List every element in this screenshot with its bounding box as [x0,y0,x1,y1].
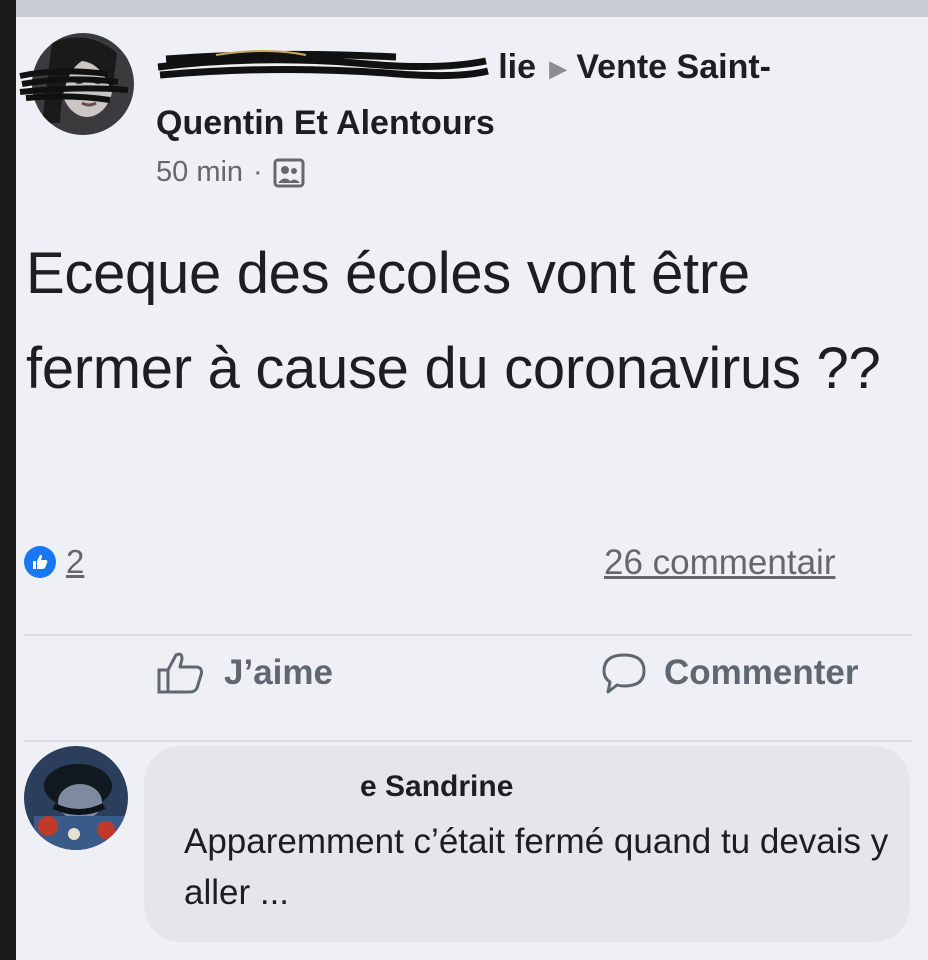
like-button-label: J’aime [224,653,333,692]
group-members-icon [273,158,305,188]
commenter-name[interactable]: e Sandrine [184,770,513,804]
top-edge [16,0,928,17]
commenter-avatar[interactable] [24,746,128,850]
author-name-fragment: lie [498,48,536,86]
post-meta: 50 min · [156,156,305,189]
commenter-name-fragment: e Sandrine [360,770,514,803]
thumbs-up-outline-icon [157,652,203,694]
triangle-right-icon: ▶ [549,56,567,82]
reaction-summary[interactable]: 2 [24,543,84,581]
like-button[interactable]: J’aime [156,650,333,696]
comment-button-label: Commenter [664,653,859,692]
redaction-scribble [19,68,129,103]
timestamp[interactable]: 50 min [156,156,243,189]
left-edge [0,0,16,960]
divider-top [24,634,912,636]
post-body-text: Eceque des écoles vont être fermer à cau… [26,241,881,401]
like-count: 2 [66,543,85,580]
speech-bubble-icon [602,653,646,694]
post-author-line: lie ▶ Vente Saint-Quentin Et Alentours [156,40,876,150]
divider-bottom [24,740,912,742]
thumbs-up-badge-icon [24,546,56,578]
comment-text: Apparemment c’était fermé quand tu devai… [184,822,889,912]
comments-count-link[interactable]: 26 commentair [604,543,835,583]
comment-button[interactable]: Commenter [600,650,858,696]
redacted-author-name[interactable]: lie [156,40,536,94]
separator-dot: · [253,156,263,188]
